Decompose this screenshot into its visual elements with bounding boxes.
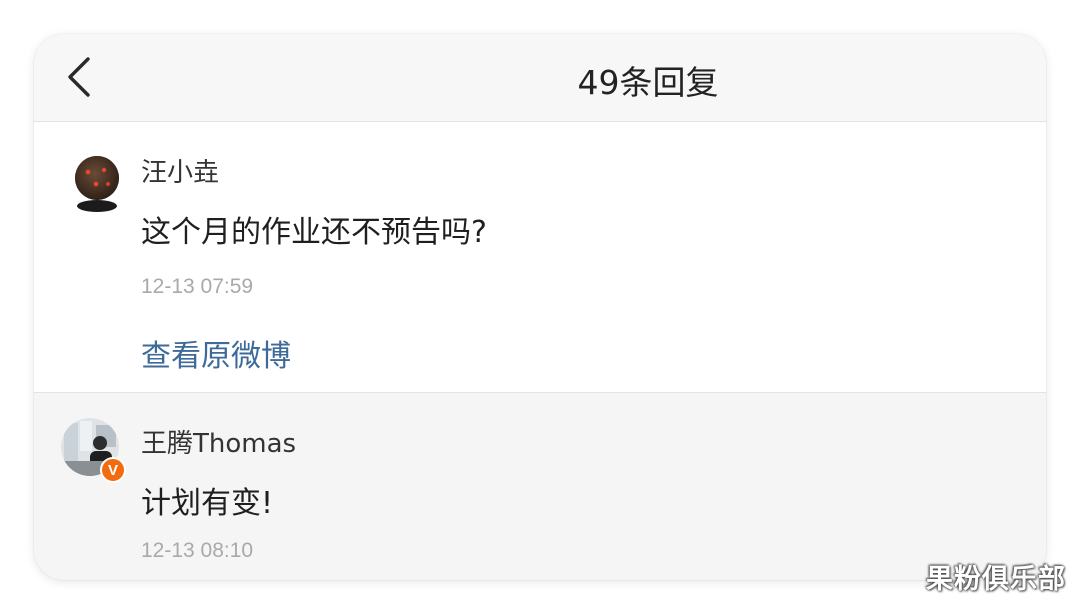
comment-timestamp: 12-13 07:59 xyxy=(141,275,254,298)
reply-item: V 王腾Thomas 计划有变! 12-13 08:10 xyxy=(34,393,1046,580)
original-comment: 汪小垚 这个月的作业还不预告吗? 12-13 07:59 查看原微博 xyxy=(34,122,1046,393)
avatar[interactable]: V xyxy=(60,417,126,483)
screenshot-stage: 49条回复 汪小垚 这个月的作业还不预告吗? 12-13 07:59 查看原微博… xyxy=(0,0,1080,614)
comment-text: 这个月的作业还不预告吗? xyxy=(141,215,487,250)
reply-text: 计划有变! xyxy=(141,486,274,521)
reply-timestamp: 12-13 08:10 xyxy=(141,539,254,562)
avatar[interactable] xyxy=(68,154,126,212)
top-bar: 49条回复 xyxy=(34,34,1046,122)
reply-username[interactable]: 王腾Thomas xyxy=(141,423,296,460)
avatar-image xyxy=(75,156,119,212)
view-original-weibo-link[interactable]: 查看原微博 xyxy=(141,331,291,375)
verified-badge-icon: V xyxy=(100,457,126,483)
page-title: 49条回复 xyxy=(577,63,719,102)
comment-username[interactable]: 汪小垚 xyxy=(141,152,219,189)
watermark: 果粉俱乐部 xyxy=(926,564,1066,595)
verified-badge-label: V xyxy=(107,461,118,479)
replies-panel: 49条回复 汪小垚 这个月的作业还不预告吗? 12-13 07:59 查看原微博… xyxy=(34,34,1046,580)
